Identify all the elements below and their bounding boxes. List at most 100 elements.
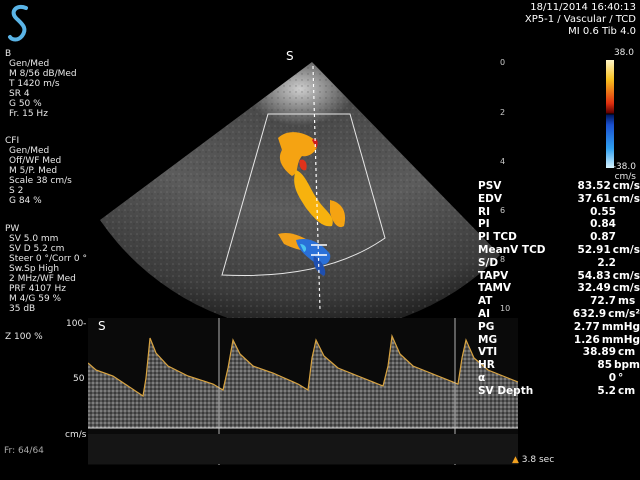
param-line: Scale 38 cm/s	[9, 176, 72, 186]
measurement-value: 52.91	[577, 243, 611, 256]
measurement-label: SV Depth	[478, 384, 534, 397]
doppler-orientation-marker: S	[98, 319, 106, 333]
measurement-row: SV Depth 5.2 cm	[478, 385, 640, 398]
param-line: Fr. 15 Hz	[9, 109, 48, 119]
logo-s-icon	[8, 5, 28, 42]
param-line: 35 dB	[9, 304, 36, 314]
pw-title: PW	[5, 224, 20, 234]
color-bar-top-label: 38.0	[613, 48, 634, 58]
color-bar-bottom-label: -38.0	[612, 162, 636, 172]
zoom-label: Z 100 %	[5, 332, 43, 342]
sweep-triangle-icon: ▲	[512, 455, 519, 465]
measurement-unit	[616, 231, 618, 244]
measurement-label: α	[478, 371, 486, 384]
measurement-row: PSV 83.52 cm/s	[478, 180, 640, 193]
measurement-unit: cm/s	[612, 192, 640, 205]
measurement-label: PG	[478, 320, 495, 333]
measurement-row: PI TCD 0.87	[478, 231, 640, 244]
measurement-unit: °	[618, 371, 624, 384]
measurement-row: S/D 2.2	[478, 257, 640, 270]
measurement-row: VTI 38.89 cm	[478, 346, 640, 359]
measurement-row: PI 0.84	[478, 218, 640, 231]
param-line: S 2	[9, 186, 24, 196]
param-line: PRF 4107 Hz	[9, 284, 66, 294]
measurement-value: 0.84	[590, 218, 616, 231]
measurement-value: 0.87	[590, 231, 616, 244]
measurement-value: 0.55	[590, 205, 616, 218]
measurement-value: 37.61	[577, 192, 611, 205]
measurement-unit: bpm	[614, 359, 640, 372]
measurement-label: EDV	[478, 192, 503, 205]
measurement-unit: mmHg	[601, 320, 640, 333]
measurement-row: TAMV 32.49 cm/s	[478, 282, 640, 295]
measurement-label: TAPV	[478, 269, 509, 282]
b-mode-title: B	[5, 49, 12, 59]
measurement-unit: cm/s	[612, 269, 640, 282]
measurement-unit: ms	[618, 295, 636, 308]
measurement-panel: PSV 83.52 cm/s EDV 37.61 cm/s RI 0.55 PI 0.84 PI T…	[478, 180, 640, 398]
param-line: M 5/P. Med	[9, 166, 58, 176]
doppler-unit: cm/s	[65, 430, 87, 440]
cfi-title: CFI	[5, 136, 20, 146]
doppler-scale-100: 100-	[66, 319, 87, 329]
cfi-params: CFI Gen/Med Off/WF Med M 5/P. Med Scale …	[5, 136, 95, 206]
logo	[6, 2, 34, 44]
measurement-value: 83.52	[577, 180, 611, 192]
measurement-value: 0	[608, 371, 616, 384]
param-line: Steer 0 °/Corr 0 °	[9, 254, 87, 264]
param-line: G 84 %	[9, 196, 42, 206]
b-mode-params: B Gen/Med M 8/56 dB/Med T 1420 m/s SR 4 …	[5, 49, 95, 119]
bmode-image: S	[100, 40, 540, 333]
measurement-label: PSV	[478, 180, 502, 192]
measurement-unit	[616, 257, 618, 270]
header-info: 18/11/2014 16:40:13 XP5-1 / Vascular / T…	[376, 2, 636, 38]
orientation-marker: S	[286, 49, 294, 63]
param-line: G 50 %	[9, 99, 42, 109]
measurement-row: α 0 °	[478, 372, 640, 385]
depth-tick: 4	[500, 157, 506, 166]
param-line: 2 MHz/WF Med	[9, 274, 76, 284]
measurement-label: TAMV	[478, 282, 512, 295]
measurement-label: AT	[478, 295, 493, 308]
probe-preset: XP5-1 / Vascular / TCD	[524, 14, 636, 25]
measurement-row: MG 1.26 mmHg	[478, 334, 640, 347]
measurement-row: AI 632.9 cm/s²	[478, 308, 640, 321]
measurement-value: 2.77	[573, 320, 600, 333]
measurement-label: MG	[478, 333, 498, 346]
color-velocity-bar: 38.0 -38.0 cm/s	[600, 48, 638, 183]
datetime: 18/11/2014 16:40:13	[530, 2, 636, 13]
measurement-unit: cm/s	[612, 282, 640, 295]
param-line: Sw.Sp High	[9, 264, 60, 274]
pw-params: PW SV 5.0 mm SV D 5.2 cm Steer 0 °/Corr …	[5, 224, 100, 314]
color-bar-gradient	[606, 60, 614, 168]
doppler-scale-50: 50	[73, 374, 85, 384]
measurement-unit: cm	[618, 384, 636, 397]
measurement-value: 632.9	[572, 307, 607, 320]
measurement-unit: cm/s²	[608, 307, 640, 320]
frame-counter: Fr: 64/64	[4, 446, 44, 456]
measurement-row: MeanV TCD 52.91 cm/s	[478, 244, 640, 257]
measurement-label: PI TCD	[478, 231, 517, 244]
measurement-label: MeanV TCD	[478, 243, 546, 256]
sweep-time: ▲ 3.8 sec	[512, 455, 554, 465]
measurement-value: 38.89	[582, 346, 616, 359]
measurement-label: AI	[478, 307, 491, 320]
measurement-label: S/D	[478, 256, 499, 269]
param-line: M 4/G 59 %	[9, 294, 62, 304]
measurement-row: TAPV 54.83 cm/s	[478, 270, 640, 283]
measurement-unit: cm/s	[612, 180, 640, 192]
measurement-row: AT 72.7 ms	[478, 295, 640, 308]
measurement-label: HR	[478, 359, 495, 372]
measurement-row: HR 85 bpm	[478, 359, 640, 372]
measurement-value: 5.2	[597, 384, 616, 397]
measurement-value: 2.2	[597, 256, 616, 269]
doppler-spectrum: S	[87, 318, 519, 465]
param-line: SV 5.0 mm	[9, 234, 59, 244]
measurement-unit	[616, 206, 618, 219]
measurement-value: 32.49	[577, 282, 611, 295]
measurement-unit: cm	[618, 346, 636, 359]
measurement-unit: mmHg	[601, 333, 640, 346]
measurement-row: EDV 37.61 cm/s	[478, 193, 640, 206]
measurement-value: 85	[597, 359, 613, 372]
param-line: Gen/Med	[9, 146, 50, 156]
